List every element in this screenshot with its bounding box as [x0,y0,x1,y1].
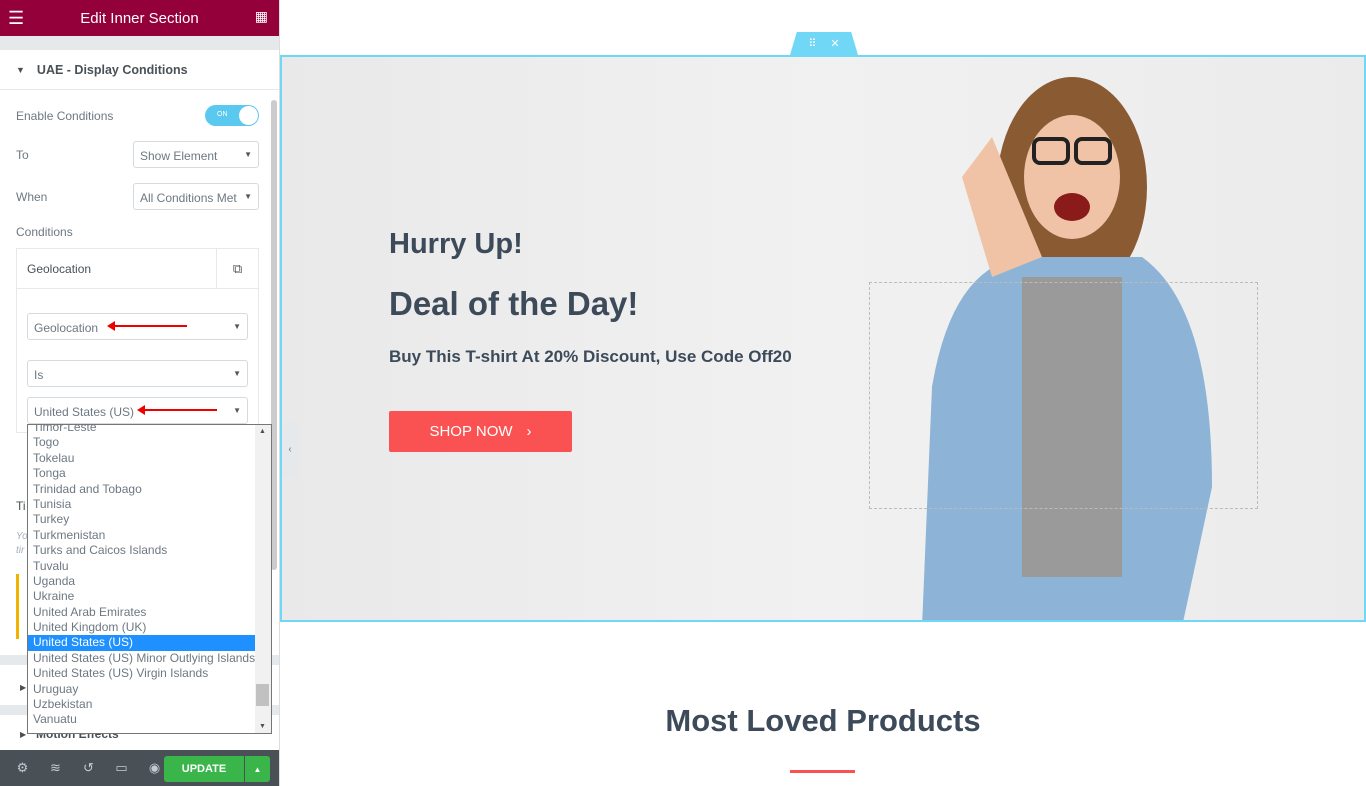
toggle-label: ON [217,111,228,118]
enable-conditions-toggle[interactable]: ON [205,105,259,126]
gear-icon[interactable]: ⚙ [6,760,39,776]
dropdown-option[interactable]: Turkmenistan [28,528,255,543]
scroll-up-icon[interactable]: ▲ [259,428,266,435]
rule-value: Geolocation [34,321,99,335]
section-title: UAE - Display Conditions [36,62,188,77]
drag-icon[interactable]: ⠿ [808,37,816,50]
scroll-down-icon[interactable]: ▼ [259,723,266,730]
dropdown-option[interactable]: Ukraine [28,589,255,604]
dropdown-option[interactable]: Trinidad and Tobago [28,482,255,497]
when-select[interactable]: All Conditions Met ▼ [133,183,259,210]
dropdown-option[interactable]: United Kingdom (UK) [28,620,255,635]
section-handle[interactable]: ⠿ ✕ [790,32,858,55]
history-icon[interactable]: ↺ [72,760,105,776]
dropdown-option[interactable]: Togo [28,435,255,450]
dropdown-option[interactable]: United States (US) Minor Outlying Island… [28,651,255,666]
chevron-down-icon: ▼ [233,369,241,378]
dropdown-option[interactable]: Tunisia [28,497,255,512]
chevron-down-icon: ▼ [233,322,241,331]
preview-canvas: ⠿ ✕ ‹ Hurry Up! Deal of the Day! Buy This… [280,0,1366,786]
dropdown-option[interactable]: United Arab Emirates [28,605,255,620]
discount-text: Buy This T-shirt At 20% Discount, Use Co… [389,347,792,366]
column-outline [869,282,1258,509]
grid-icon[interactable]: ▦ [255,8,268,25]
dropdown-scrollbar[interactable]: ▲ ▼ [255,425,271,733]
divider [0,36,279,50]
when-label: When [16,190,48,204]
duplicate-icon[interactable]: ⧉ [216,249,258,288]
dropdown-option[interactable]: Tuvalu [28,559,255,574]
dropdown-option[interactable]: United States (US) [28,635,255,651]
panel-title: Edit Inner Section [80,9,199,27]
to-label: To [16,148,29,162]
chevron-down-icon: ▼ [244,150,252,159]
hurry-heading: Hurry Up! [389,228,523,260]
to-value: Show Element [140,149,218,163]
enable-conditions-label: Enable Conditions [16,109,114,123]
country-value: United States (US) [34,405,135,419]
heading-underline [790,770,855,773]
country-dropdown-list[interactable]: Timor-Leste Togo Tokelau Tonga Trinidad and … [27,424,272,734]
chevron-down-icon: ▼ [244,192,252,201]
dropdown-option[interactable]: United States (US) Virgin Islands [28,666,255,681]
update-button[interactable]: UPDATE [164,756,244,782]
conditions-label: Conditions [16,225,73,239]
red-arrow-annotation [137,405,217,415]
dropdown-option[interactable]: Turks and Caicos Islands [28,543,255,558]
close-icon[interactable]: ✕ [830,37,839,50]
to-select[interactable]: Show Element ▼ [133,141,259,168]
operator-value: Is [34,368,44,382]
section-toggle-display-conditions[interactable]: ▼ UAE - Display Conditions [0,50,279,90]
collapse-panel-button[interactable]: ‹ [282,422,298,477]
deal-heading: Deal of the Day! [389,285,639,322]
panel-header: ☰ Edit Inner Section ▦ [0,0,279,36]
dropdown-option[interactable]: Timor-Leste [28,425,255,435]
panel-footer: ⚙ ≋ ↺ ▭ ◉ UPDATE ▲ [0,750,279,786]
caret-down-icon: ▼ [16,64,25,75]
repeater-title: Geolocation [27,261,92,276]
repeater-item-header[interactable]: Geolocation ⧉ [17,249,258,289]
chevron-down-icon: ▼ [233,406,241,415]
dropdown-option[interactable]: Tonga [28,466,255,481]
red-arrow-annotation [107,321,187,331]
dropdown-option[interactable]: Vanuatu [28,712,255,727]
caret-right-icon: ▶ [20,683,27,692]
operator-select[interactable]: Is ▼ [27,360,248,387]
notice-bar [16,574,19,639]
inner-section[interactable]: ‹ [280,55,1366,622]
shop-now-button[interactable]: SHOP NOW › [389,411,572,452]
chevron-right-icon: › [526,423,532,440]
responsive-icon[interactable]: ▭ [105,760,138,776]
hamburger-icon[interactable]: ☰ [8,8,24,29]
dropdown-option[interactable]: Uruguay [28,682,255,697]
hidden-label: Ti [16,499,26,513]
products-heading: Most Loved Products [665,703,981,738]
update-options-button[interactable]: ▲ [245,756,270,782]
dropdown-option[interactable]: Turkey [28,512,255,527]
hidden-text: Yo [16,531,28,542]
dropdown-option[interactable]: Uganda [28,574,255,589]
layers-icon[interactable]: ≋ [39,760,72,776]
when-value: All Conditions Met [140,191,237,205]
shop-label: SHOP NOW [429,423,513,440]
hidden-text: tir [16,545,25,556]
dropdown-option[interactable]: Uzbekistan [28,697,255,712]
caret-right-icon: ▶ [20,730,27,739]
dropdown-option[interactable]: Tokelau [28,451,255,466]
